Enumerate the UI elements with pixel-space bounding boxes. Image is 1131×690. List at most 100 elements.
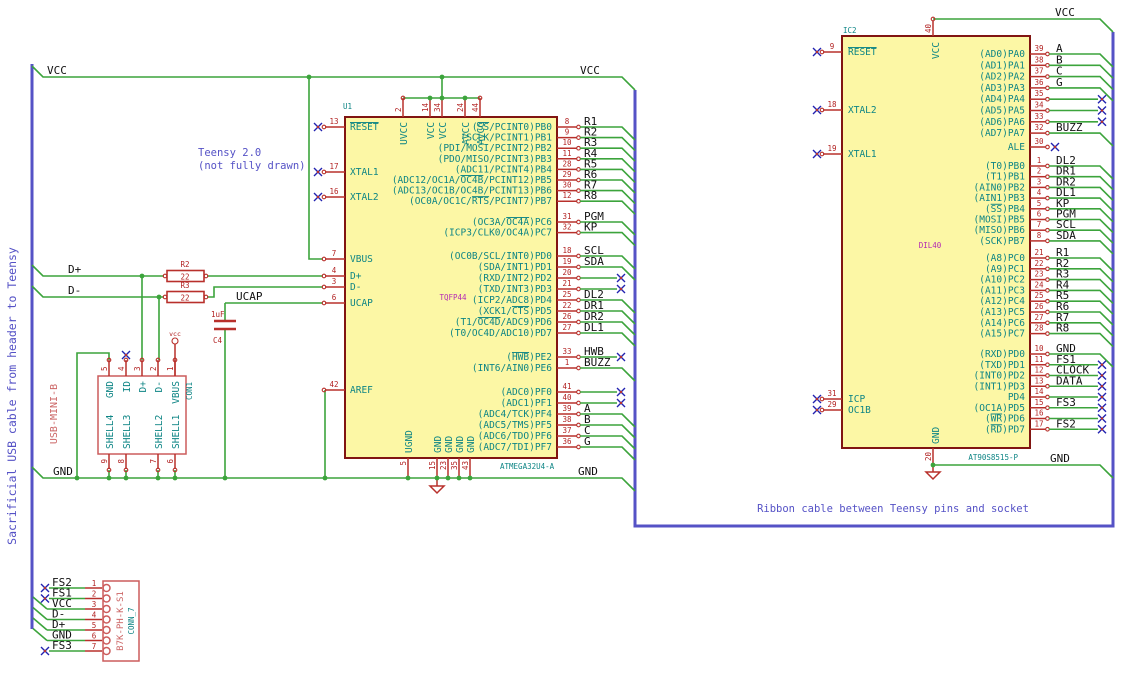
capacitor-c4-value: 1uF (211, 310, 225, 319)
pin-number: 30 (1034, 137, 1044, 146)
pin-name: GND (455, 436, 466, 453)
pin-number: 21 (1034, 248, 1043, 257)
conn7-value: B7K-PH-K-S1 (116, 591, 126, 651)
resistor-r2-ref: R2 (180, 260, 189, 269)
pin-number: 1 (565, 358, 570, 367)
pin-name: (AD1)PA1 (979, 60, 1025, 71)
resistor-r2: R2 22 (166, 260, 205, 283)
pin-number: 10 (1034, 344, 1044, 353)
pin-end-circle (819, 407, 825, 413)
pin-name: (WR)PD6 (985, 414, 1025, 425)
pin-end-circle (321, 256, 327, 262)
pin-number: 27 (562, 323, 571, 332)
junction-dot (106, 475, 112, 481)
pin-number: 2 (149, 366, 158, 371)
pin-name: (ADC6/TDO)PF6 (478, 431, 553, 442)
net-label: FS3 (52, 639, 72, 652)
junction-dot (439, 74, 445, 80)
pin-name: (ADC11/PCINT4)PB4 (455, 164, 553, 175)
pin-number: 6 (166, 459, 175, 464)
pin-number: 17 (1034, 419, 1043, 428)
pin-number: 8 (565, 117, 570, 126)
pin-name: (AD6)PA6 (979, 117, 1025, 128)
net-label: SDA (584, 255, 604, 268)
pin-end-circle (819, 49, 825, 55)
wire-shell-grounds (108, 470, 176, 478)
pin-name: GND (105, 381, 116, 398)
pin-number: 12 (562, 191, 571, 200)
net-label: G (1056, 76, 1063, 89)
pin-number: 22 (562, 301, 571, 310)
pin-end-circle (1045, 309, 1050, 315)
pin-end-circle (576, 253, 581, 259)
pin-end-circle (1045, 298, 1050, 304)
pin-end-circle (576, 135, 581, 140)
pin-name: (A15)PC7 (979, 329, 1025, 340)
net-label-dminus: D- (68, 284, 81, 297)
pin-name: (AD3)PA3 (979, 83, 1025, 94)
pin-end-circle (203, 294, 209, 300)
pin-number: 35 (1034, 89, 1043, 98)
net-label: DATA (1056, 374, 1083, 387)
pin-name: (A9)PC1 (985, 264, 1025, 275)
no-connect-icon (815, 397, 819, 401)
pin-end-circle (576, 230, 581, 235)
pin-name: (AD5)PA5 (979, 106, 1025, 117)
net-label: BUZZ (584, 356, 611, 369)
pin-number: 40 (562, 393, 572, 402)
pin-name: SHELL1 (171, 414, 182, 449)
pin-name: (RXD)PD0 (979, 349, 1025, 360)
pin-number: 9 (830, 42, 835, 51)
pin-number: 24 (1034, 280, 1044, 289)
pin-number: 32 (562, 223, 571, 232)
pin-end-circle (576, 219, 581, 225)
pin-end-circle (1045, 416, 1050, 421)
schematic-sheet: R2 22 R3 22 1uF C4 vcc VCC VCC VCC D+ D-… (0, 0, 1131, 690)
pin-number: 7 (149, 459, 158, 464)
pin-name: GND (931, 427, 942, 444)
pin-name: (T1)PB1 (985, 172, 1025, 183)
pin-end-circle (576, 411, 581, 417)
wire-dplus (31, 264, 323, 360)
pin-end-circle (1045, 130, 1050, 136)
pin-name: (SS)PB4 (985, 204, 1025, 215)
pin-number: 31 (827, 389, 836, 398)
pin-number: 12 (1034, 366, 1043, 375)
pin-number: 6 (1037, 210, 1042, 219)
pin-end-circle (321, 194, 327, 200)
pin-name: (XCK1/CTS)PD5 (478, 306, 552, 317)
pin-name: D- (350, 282, 361, 293)
pin-number: 16 (329, 187, 339, 196)
pin-number: 39 (562, 404, 571, 413)
pin-number: 28 (562, 159, 572, 168)
pin-number: 8 (117, 459, 126, 464)
pin-name: VCC (438, 122, 449, 139)
pin-end-circle (321, 300, 327, 306)
pin-number: 4 (92, 611, 97, 620)
wire-ic2-vcc (933, 18, 1114, 33)
pin-end-circle (576, 188, 581, 193)
pin-end-circle (321, 387, 327, 393)
pin-name: VBUS (171, 381, 182, 404)
ic2-value: AT90S8515-P (968, 453, 1018, 462)
net-label-vcc-mid: VCC (580, 64, 600, 77)
wire-ucap (224, 302, 323, 478)
pin-number: 37 (1034, 67, 1043, 76)
pin-end-circle (1045, 351, 1050, 357)
net-label-ucap: UCAP (236, 290, 263, 303)
pin-number: 14 (1034, 387, 1044, 396)
pin-number: 35 (450, 461, 459, 470)
pin-end-circle (1045, 426, 1050, 432)
junction-dot (322, 475, 328, 481)
pin-end-circle (576, 444, 581, 450)
pin-name: (MOSI)PB5 (974, 215, 1025, 226)
pin-name: SHELL3 (122, 415, 133, 449)
pin-end-circle (1045, 119, 1050, 125)
net-label-dplus: D+ (68, 263, 82, 276)
pin-end-circle (1045, 320, 1050, 326)
pin-number: 6 (92, 632, 97, 641)
pin-end-circle (576, 156, 581, 162)
pin-name: VCC (426, 122, 437, 139)
pin-name: (T0/OC4D/ADC10)PD7 (449, 328, 552, 339)
pin-name: (RXD/INT2)PD2 (478, 273, 552, 284)
